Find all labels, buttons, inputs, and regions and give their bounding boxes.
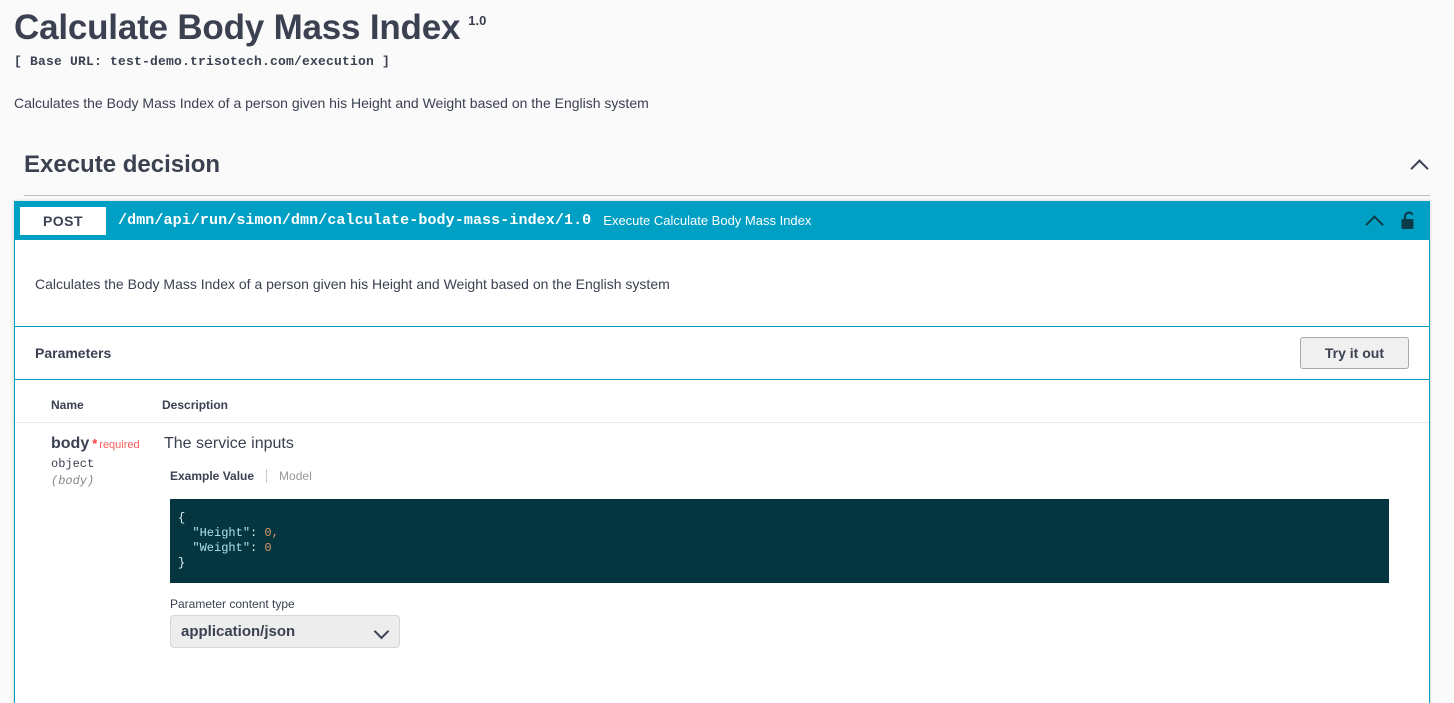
column-header-name: Name [15,379,162,423]
api-version-badge: 1.0 [468,13,487,28]
operation-path: /dmn/api/run/simon/dmn/calculate-body-ma… [118,212,592,230]
parameter-name-line: body * required [51,435,162,453]
table-header-row: Name Description [15,379,1429,423]
tag-header-execute-decision[interactable]: Execute decision [14,150,1440,178]
parameters-title: Parameters [35,344,112,361]
json-key-height: "Height" [192,525,251,540]
parameter-name-cell: body * required object (body) [15,422,162,658]
tab-example-value[interactable]: Example Value [170,469,266,483]
operation-icons [1365,210,1419,232]
tab-model[interactable]: Model [267,469,324,483]
table-row: body * required object (body) The service … [15,422,1429,658]
parameter-name: body [51,434,90,452]
tag-divider [24,194,1430,196]
parameters-header: Parameters Try it out [15,327,1429,380]
example-model-tabs: Example Value Model [162,468,1429,483]
parameter-location: (body) [51,473,95,488]
api-info-block: Calculate Body Mass Index 1.0 [ Base URL… [0,0,1454,111]
content-type-select-wrapper: application/json [170,614,400,648]
operation-body: Calculates the Body Mass Index of a pers… [15,239,1429,703]
try-it-out-button[interactable]: Try it out [1299,336,1409,369]
required-label: required [99,438,140,451]
unlock-icon[interactable] [1399,210,1419,232]
required-asterisk: * [92,435,98,451]
operation-summary-text: Execute Calculate Body Mass Index [603,213,812,229]
content-type-label: Parameter content type [170,596,295,611]
parameters-table: Name Description body * required object (b… [15,379,1429,658]
json-value-height: 0, [264,525,279,540]
example-value-code-block[interactable]: { "Height": 0, "Weight": 0 } [170,498,1389,583]
column-header-description: Description [162,379,1429,423]
page-title: Calculate Body Mass Index [14,8,461,47]
example-value-json: { "Height": 0, "Weight": 0 } [178,510,279,570]
json-close-brace: } [178,555,186,570]
parameter-type: object [51,456,95,471]
parameter-description: The service inputs [164,434,294,452]
http-method-badge: POST [20,206,106,235]
operation-description: Calculates the Body Mass Index of a pers… [15,240,1429,327]
json-key-weight: "Weight" [192,540,251,555]
base-url: [ Base URL: test-demo.trisotech.com/exec… [14,53,391,69]
operation-summary-bar[interactable]: POST /dmn/api/run/simon/dmn/calculate-bo… [15,201,1429,240]
operation-footer-spacer [15,657,1429,703]
tag-name: Execute decision [24,150,221,178]
operation-post-calculate-body-mass-index: POST /dmn/api/run/simon/dmn/calculate-bo… [14,200,1430,703]
json-open-brace: { [178,510,186,525]
chevron-up-icon[interactable] [1365,211,1385,231]
title-row: Calculate Body Mass Index 1.0 [14,0,1440,50]
json-value-weight: 0 [264,540,272,555]
content-type-select[interactable]: application/json [170,614,400,648]
chevron-up-icon[interactable] [1410,155,1430,175]
api-description: Calculates the Body Mass Index of a pers… [14,94,649,111]
tag-section: Execute decision [0,150,1454,196]
parameter-description-cell: The service inputs Example Value Model {… [162,422,1429,658]
